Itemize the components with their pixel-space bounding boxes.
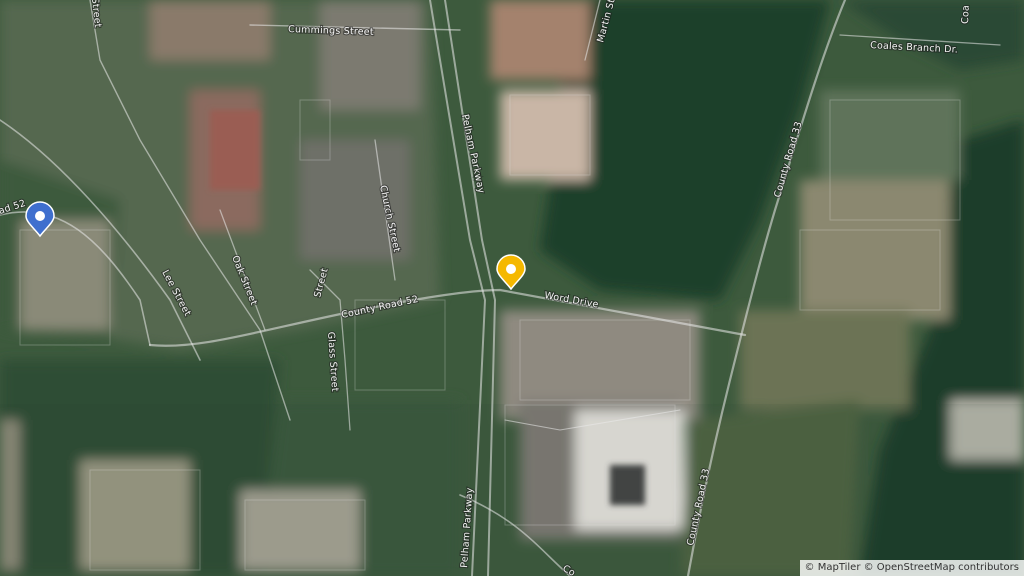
location-marker-yellow[interactable] (496, 254, 526, 291)
attribution-osm-link[interactable]: © OpenStreetMap contributors (864, 562, 1019, 573)
attribution-maptiler-link[interactable]: © MapTiler (805, 562, 861, 573)
map-attribution: © MapTiler © OpenStreetMap contributors (799, 560, 1024, 576)
location-marker-blue[interactable] (25, 201, 55, 238)
map-view[interactable]: Cummings Street Martin St Coales Branch … (0, 0, 1024, 576)
marker-layer (25, 201, 526, 291)
